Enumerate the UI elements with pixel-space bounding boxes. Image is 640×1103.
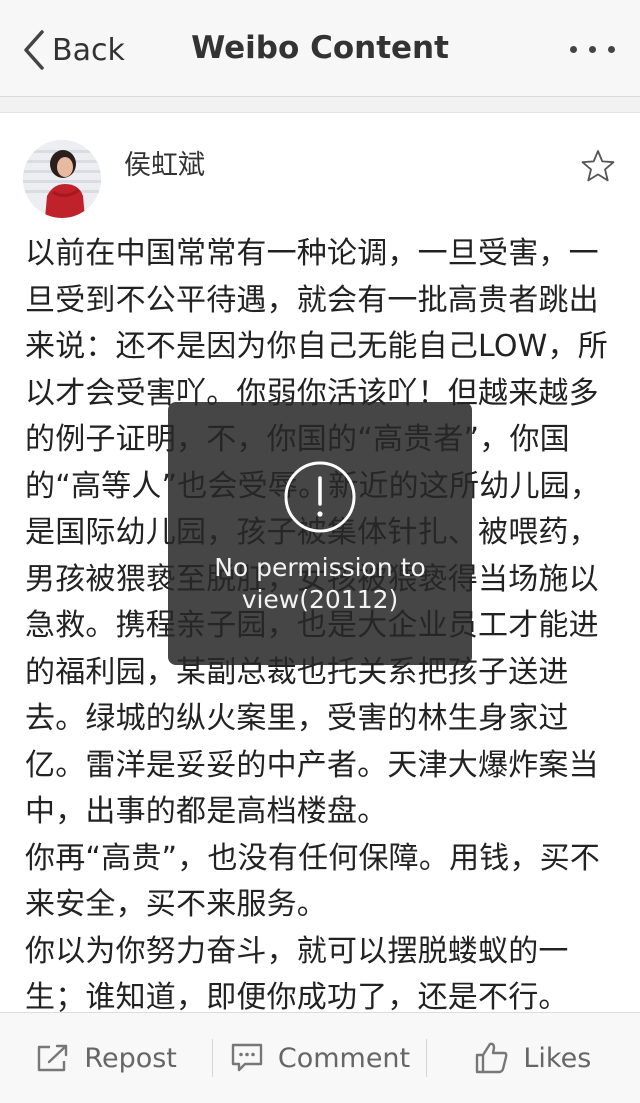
comment-button[interactable]: Comment bbox=[213, 1013, 426, 1103]
post-paragraph: 你以为你努力奋斗，就可以摆脱蝼蚁的一生；谁知道，即便你成功了，还是不行。 bbox=[25, 933, 569, 1014]
page-title: Weibo Content bbox=[191, 30, 449, 66]
more-dot-icon bbox=[589, 46, 596, 53]
comment-icon bbox=[231, 1043, 263, 1072]
more-dot-icon bbox=[570, 46, 577, 53]
action-bar: Repost Comment Likes bbox=[0, 1012, 640, 1103]
repost-icon bbox=[38, 1044, 68, 1072]
avatar[interactable] bbox=[23, 140, 101, 218]
more-dot-icon bbox=[608, 46, 615, 53]
thumbs-up-icon bbox=[476, 1042, 508, 1074]
likes-label: Likes bbox=[523, 1042, 592, 1074]
more-options-button[interactable] bbox=[568, 40, 618, 60]
author-name[interactable]: 侯虹斌 bbox=[124, 143, 205, 182]
exclamation-circle-icon bbox=[284, 461, 356, 533]
comment-label: Comment bbox=[277, 1042, 411, 1074]
toast-message: No permission to view(20112) bbox=[214, 553, 426, 614]
star-icon[interactable] bbox=[581, 149, 615, 183]
repost-label: Repost bbox=[84, 1042, 177, 1074]
permission-toast: No permission to view(20112) bbox=[168, 402, 472, 665]
likes-button[interactable]: Likes bbox=[427, 1013, 640, 1103]
navigation-bar: Back Weibo Content bbox=[0, 0, 640, 97]
repost-button[interactable]: Repost bbox=[0, 1013, 213, 1103]
post-paragraph: 你再“高贵”，也没有任何保障。用钱，买不来安全，买不来服务。 bbox=[25, 840, 601, 923]
